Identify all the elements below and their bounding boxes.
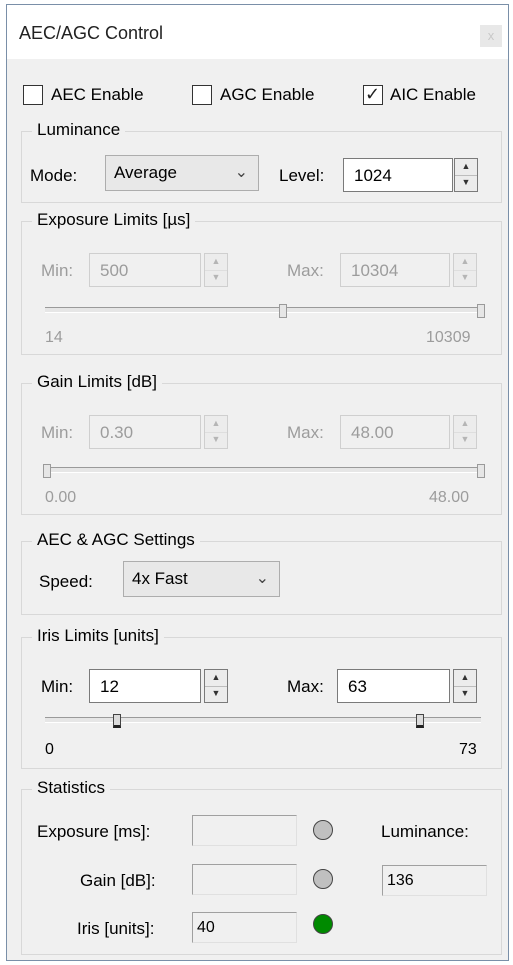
gain-max-input[interactable]: 48.00 [340, 415, 450, 449]
gain-stat-value [192, 864, 297, 895]
spin-down-icon[interactable]: ▼ [205, 270, 227, 286]
iris-stat-label: Iris [units]: [77, 919, 155, 938]
exposure-max-input[interactable]: 10304 [340, 253, 450, 287]
spin-down-icon[interactable]: ▼ [205, 432, 227, 448]
gain-slider-track[interactable] [45, 467, 481, 473]
agc-enable-checkbox[interactable] [192, 85, 212, 105]
iris-stat-value: 40 [192, 912, 297, 943]
iris-max-spinner[interactable]: ▲ ▼ [453, 669, 477, 703]
close-button[interactable]: x [480, 25, 502, 47]
spin-down-icon[interactable]: ▼ [454, 686, 476, 702]
chevron-down-icon: ⌄ [234, 164, 248, 181]
exposure-min-spinner[interactable]: ▲ ▼ [204, 253, 228, 287]
luminance-stat-value: 136 [382, 865, 487, 896]
gain-range-max: 48.00 [429, 489, 470, 506]
iris-min-input[interactable]: 12 [89, 669, 201, 703]
iris-limits-title: Iris Limits [units] [32, 626, 164, 646]
gain-max-spinner[interactable]: ▲ ▼ [453, 415, 477, 449]
exposure-range-min: 14 [45, 329, 63, 346]
iris-slider-min-thumb[interactable] [113, 714, 121, 728]
iris-min-spinner[interactable]: ▲ ▼ [204, 669, 228, 703]
aec-agc-control-window: AEC/AGC Control x AEC Enable AGC Enable … [6, 4, 509, 961]
mode-select-value: Average [114, 163, 178, 182]
spin-down-icon[interactable]: ▼ [454, 270, 476, 286]
gain-slider-min-thumb[interactable] [43, 464, 51, 478]
exposure-max-spinner[interactable]: ▲ ▼ [453, 253, 477, 287]
agc-enable-label: AGC Enable [220, 85, 315, 104]
luminance-stat-label: Luminance: [381, 822, 469, 841]
iris-range-min: 0 [45, 741, 54, 758]
gain-min-input[interactable]: 0.30 [89, 415, 201, 449]
spin-up-icon[interactable]: ▲ [454, 254, 476, 271]
exposure-max-label: Max: [287, 261, 324, 280]
exposure-stat-label: Exposure [ms]: [37, 822, 151, 841]
level-spinner[interactable]: ▲ ▼ [454, 158, 478, 192]
iris-limits-group [21, 637, 502, 769]
spin-up-icon[interactable]: ▲ [205, 670, 227, 687]
exposure-slider-track[interactable] [45, 307, 481, 313]
aic-enable-label: AIC Enable [390, 85, 476, 104]
gain-min-spinner[interactable]: ▲ ▼ [204, 415, 228, 449]
iris-max-label: Max: [287, 677, 324, 696]
mode-label: Mode: [30, 166, 78, 185]
exposure-status-led-icon [313, 820, 333, 840]
aec-agc-settings-title: AEC & AGC Settings [32, 530, 200, 550]
spin-up-icon[interactable]: ▲ [454, 416, 476, 433]
window-title: AEC/AGC Control [19, 23, 164, 43]
speed-select-value: 4x Fast [132, 569, 188, 588]
iris-min-label: Min: [41, 677, 74, 696]
level-label: Level: [279, 166, 325, 185]
aec-enable-checkbox[interactable] [23, 85, 43, 105]
spin-up-icon[interactable]: ▲ [205, 254, 227, 271]
statistics-title: Statistics [32, 778, 111, 798]
iris-max-input[interactable]: 63 [337, 669, 450, 703]
spin-down-icon[interactable]: ▼ [205, 686, 227, 702]
title-bar: AEC/AGC Control x [7, 5, 508, 59]
gain-limits-title: Gain Limits [dB] [32, 372, 162, 392]
spin-down-icon[interactable]: ▼ [454, 432, 476, 448]
iris-slider-max-thumb[interactable] [416, 714, 424, 728]
iris-status-led-icon [313, 914, 333, 934]
spin-up-icon[interactable]: ▲ [455, 159, 477, 176]
luminance-group-title: Luminance [32, 120, 126, 140]
chevron-down-icon: ⌄ [255, 570, 269, 587]
gain-status-led-icon [313, 869, 333, 889]
gain-min-label: Min: [41, 423, 74, 442]
iris-range-max: 73 [459, 741, 477, 758]
gain-stat-label: Gain [dB]: [80, 871, 156, 890]
aec-enable-label: AEC Enable [51, 85, 144, 104]
gain-range-min: 0.00 [45, 489, 77, 506]
exposure-limits-title: Exposure Limits [µs] [32, 210, 196, 230]
speed-select[interactable]: 4x Fast ⌄ [123, 561, 280, 597]
level-input[interactable]: 1024 [343, 158, 453, 192]
spin-down-icon[interactable]: ▼ [455, 175, 477, 191]
gain-slider-max-thumb[interactable] [477, 464, 485, 478]
exposure-range-max: 10309 [426, 329, 471, 346]
gain-max-label: Max: [287, 423, 324, 442]
exposure-slider-max-thumb[interactable] [477, 304, 485, 318]
aic-enable-checkbox[interactable]: ✓ [363, 84, 383, 105]
checkmark-icon: ✓ [365, 84, 381, 104]
exposure-min-label: Min: [41, 261, 74, 280]
speed-label: Speed: [39, 572, 93, 591]
spin-up-icon[interactable]: ▲ [454, 670, 476, 687]
mode-select[interactable]: Average ⌄ [105, 155, 259, 191]
exposure-min-input[interactable]: 500 [89, 253, 201, 287]
spin-up-icon[interactable]: ▲ [205, 416, 227, 433]
exposure-stat-value [192, 815, 297, 846]
exposure-slider-min-thumb[interactable] [279, 304, 287, 318]
